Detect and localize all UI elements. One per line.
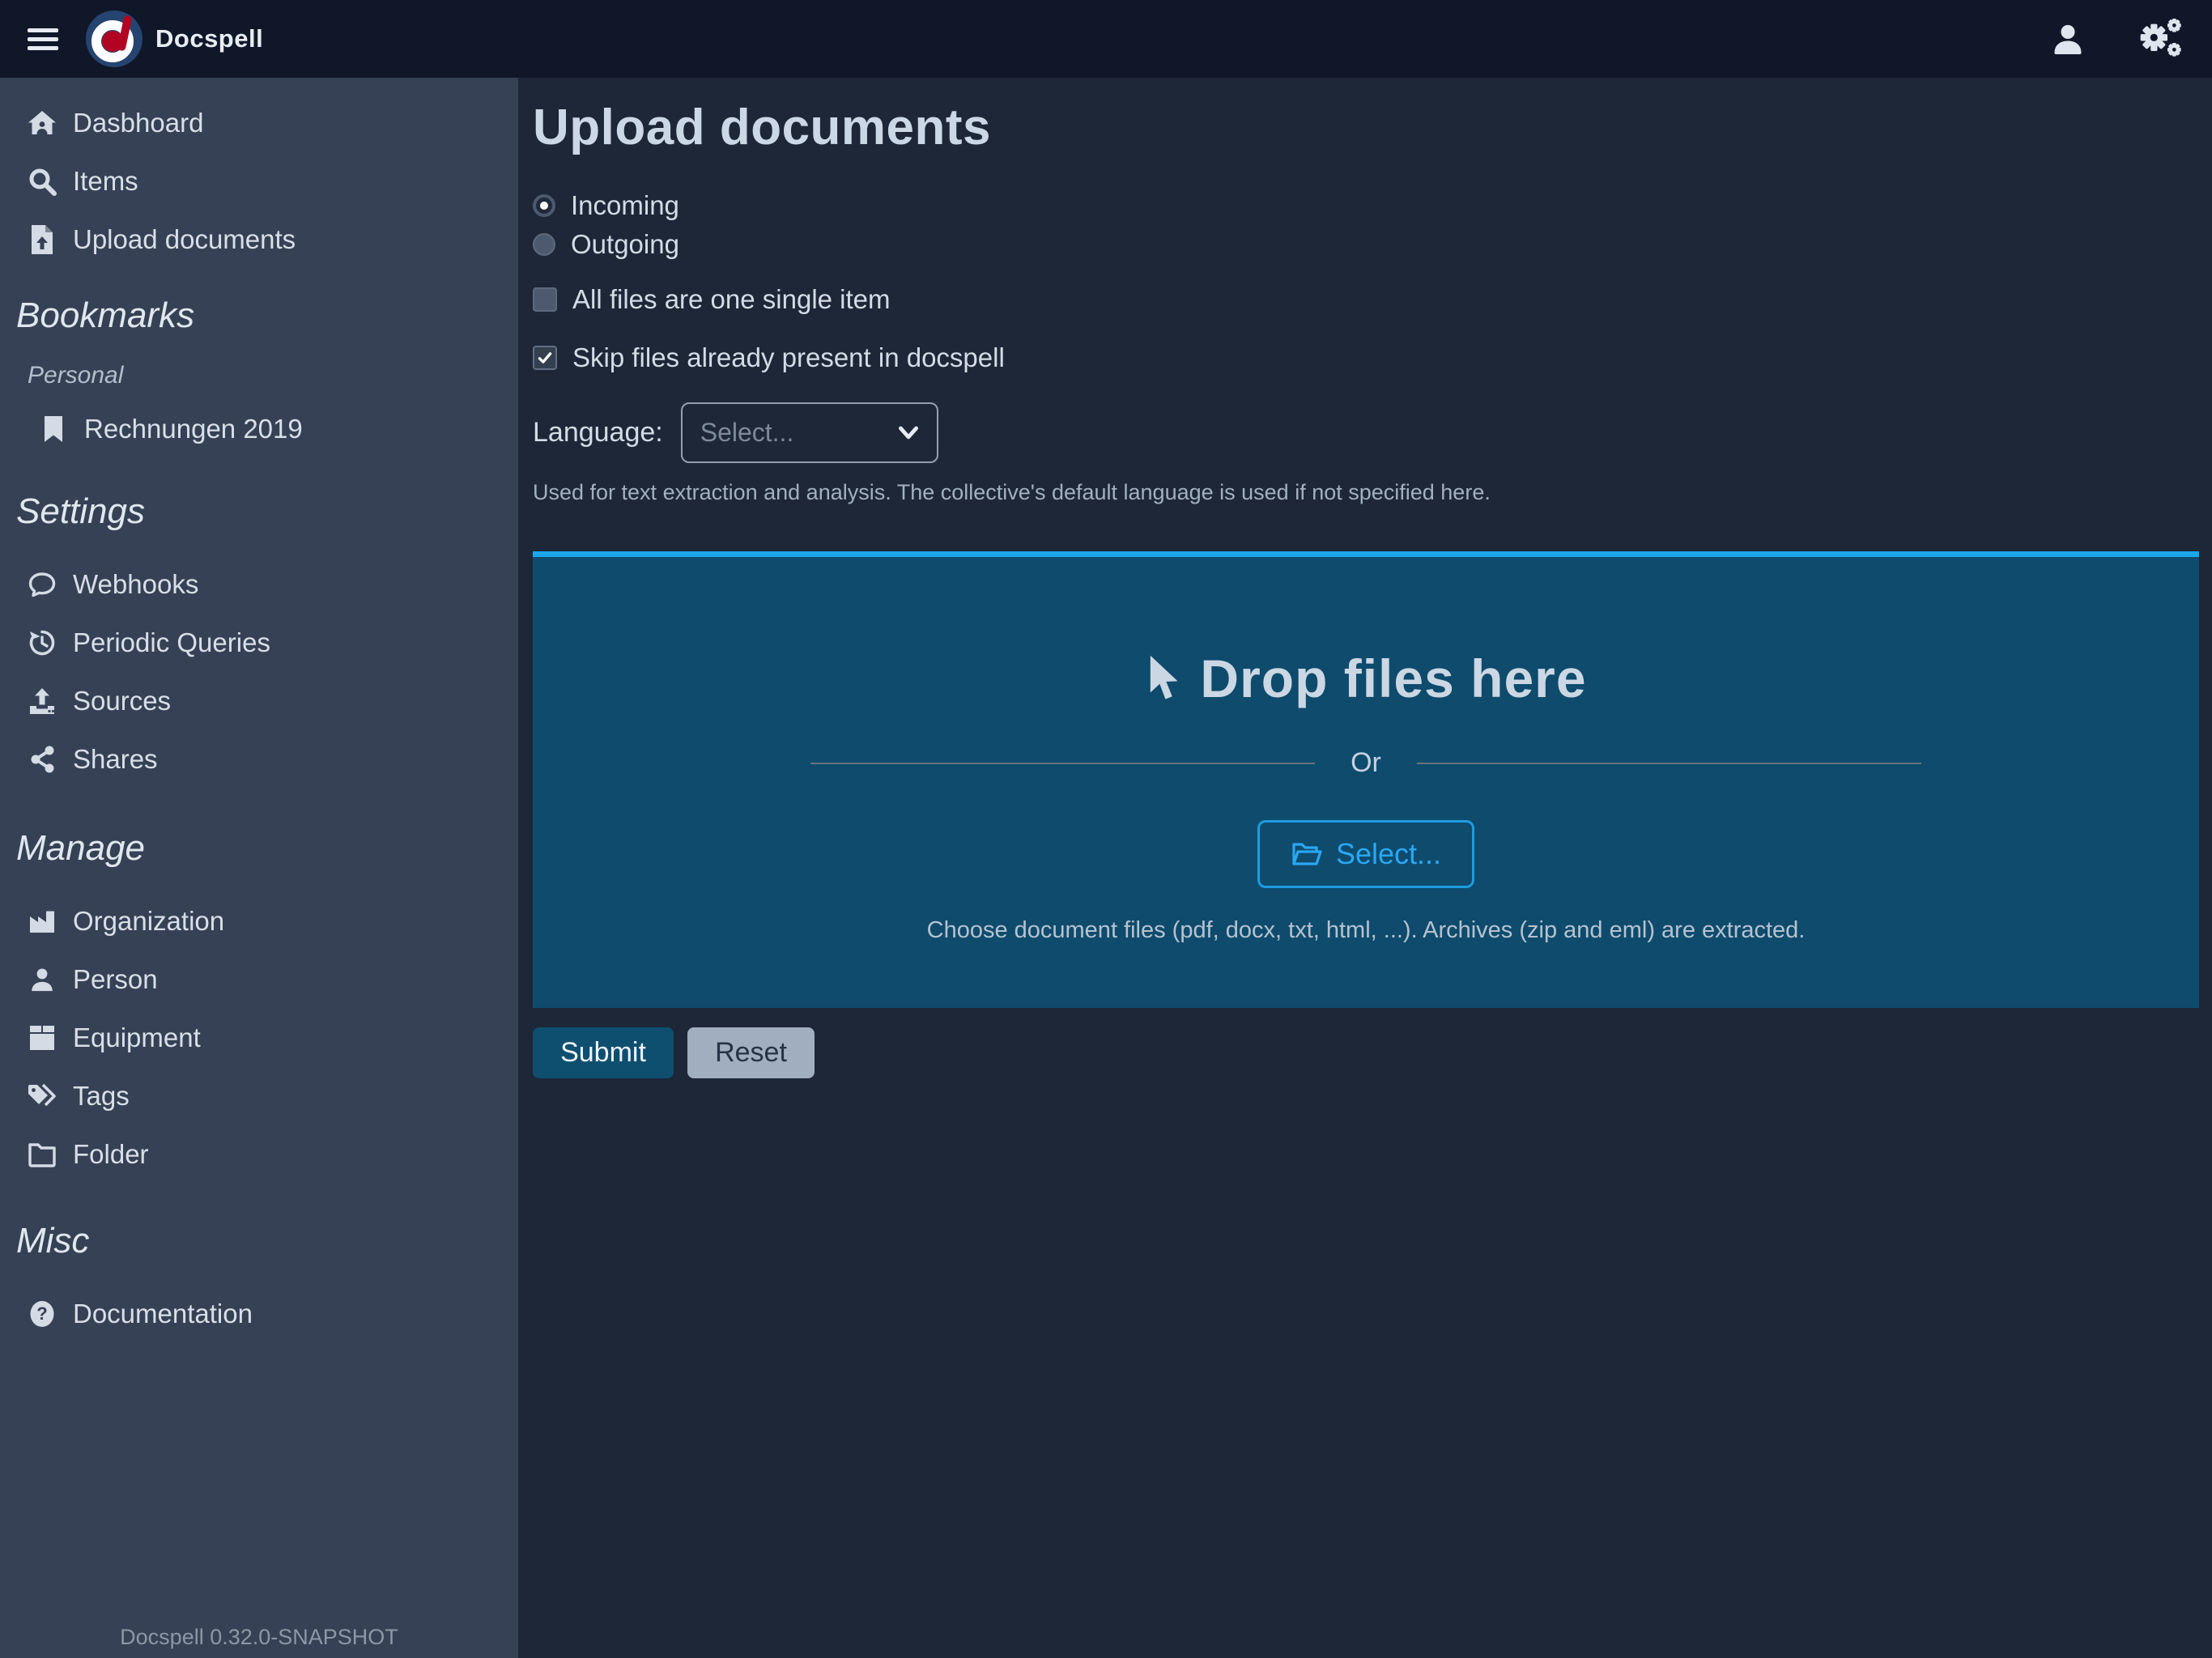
docspell-logo[interactable]: [86, 11, 143, 67]
svg-text:?: ?: [36, 1303, 47, 1324]
tags-icon: [24, 1082, 60, 1111]
sidebar-section-settings: Settings: [0, 489, 518, 534]
checkbox-single-item[interactable]: All files are one single item: [533, 280, 2199, 319]
top-navbar: Docspell: [0, 0, 2212, 78]
sidebar-item-periodic-queries[interactable]: Periodic Queries: [0, 614, 518, 672]
radio-label: Incoming: [571, 190, 679, 221]
bookmark-icon: [36, 415, 71, 443]
sidebar-item-items[interactable]: Items: [0, 152, 518, 210]
sidebar-item-folder[interactable]: Folder: [0, 1125, 518, 1184]
sidebar-item-label: Rechnungen 2019: [84, 414, 303, 444]
file-dropzone[interactable]: Drop files here Or Select... Choose docu…: [533, 551, 2199, 1008]
language-select[interactable]: Select...: [681, 402, 938, 463]
language-select-value: Select...: [700, 418, 896, 448]
sidebar: Dasbhoard Items Upload documents Bo: [0, 78, 518, 1658]
sidebar-item-label: Webhooks: [73, 569, 198, 600]
sidebar-item-person[interactable]: Person: [0, 950, 518, 1009]
hamburger-menu-icon[interactable]: [23, 23, 63, 55]
radio-selected-icon[interactable]: [533, 194, 555, 217]
sidebar-section-misc: Misc: [0, 1218, 518, 1264]
language-help-text: Used for text extraction and analysis. T…: [533, 480, 2199, 505]
checkbox-unchecked-icon[interactable]: [533, 287, 557, 312]
dropzone-headline-row: Drop files here: [1145, 648, 1586, 709]
sidebar-item-bookmark[interactable]: Rechnungen 2019: [0, 400, 518, 458]
radio-label: Outgoing: [571, 229, 679, 260]
search-icon: [24, 167, 60, 196]
sidebar-item-equipment[interactable]: Equipment: [0, 1009, 518, 1067]
direction-radio-group: Incoming Outgoing: [533, 186, 2199, 264]
sidebar-item-shares[interactable]: Shares: [0, 730, 518, 789]
sidebar-item-dashboard[interactable]: Dasbhoard: [0, 94, 518, 152]
share-icon: [24, 745, 60, 774]
or-divider-label: Or: [1351, 747, 1381, 779]
form-actions: Submit Reset: [533, 1027, 2199, 1078]
sidebar-item-label: Person: [73, 964, 158, 995]
main-content: Upload documents Incoming Outgoing All f…: [518, 78, 2212, 1658]
house-user-icon: [24, 108, 60, 138]
sidebar-item-webhooks[interactable]: Webhooks: [0, 555, 518, 614]
sidebar-item-label: Items: [73, 166, 138, 197]
folder-icon: [24, 1141, 60, 1167]
folder-open-icon: [1291, 840, 1323, 868]
checkbox-label: All files are one single item: [572, 284, 891, 315]
submit-button[interactable]: Submit: [533, 1027, 674, 1078]
user-icon[interactable]: [2050, 20, 2086, 57]
sidebar-item-label: Folder: [73, 1139, 149, 1170]
sidebar-item-label: Dasbhoard: [73, 108, 203, 138]
cogs-icon[interactable]: [2138, 19, 2181, 59]
language-row: Language: Select...: [533, 402, 2199, 463]
or-divider: Or: [810, 747, 1921, 779]
sidebar-item-label: Periodic Queries: [73, 627, 270, 658]
checkbox-label: Skip files already present in docspell: [572, 342, 1005, 373]
chevron-down-icon: [896, 423, 921, 443]
sidebar-item-organization[interactable]: Organization: [0, 892, 518, 950]
sidebar-item-label: Equipment: [73, 1022, 201, 1053]
reset-button[interactable]: Reset: [687, 1027, 815, 1078]
industry-icon: [24, 907, 60, 936]
checkbox-skip-duplicates[interactable]: Skip files already present in docspell: [533, 338, 2199, 377]
sidebar-item-sources[interactable]: Sources: [0, 672, 518, 730]
radio-outgoing[interactable]: Outgoing: [533, 225, 2199, 264]
mouse-pointer-icon: [1145, 653, 1182, 704]
dropzone-hint: Choose document files (pdf, docx, txt, h…: [927, 917, 1806, 944]
sidebar-item-label: Organization: [73, 906, 224, 937]
upload-icon: [24, 687, 60, 716]
dropzone-headline: Drop files here: [1200, 648, 1586, 709]
comment-icon: [24, 570, 60, 599]
select-files-button[interactable]: Select...: [1257, 820, 1474, 888]
sidebar-section-manage: Manage: [0, 826, 518, 871]
sidebar-item-upload-documents[interactable]: Upload documents: [0, 210, 518, 269]
file-upload-icon: [24, 224, 60, 255]
language-label: Language:: [533, 417, 663, 449]
radio-unselected-icon[interactable]: [533, 233, 555, 256]
page-title: Upload documents: [533, 99, 2199, 156]
sidebar-section-bookmarks: Bookmarks: [0, 293, 518, 338]
box-icon: [24, 1023, 60, 1052]
sidebar-item-label: Upload documents: [73, 224, 296, 255]
sidebar-item-documentation[interactable]: ? Documentation: [0, 1285, 518, 1343]
question-circle-icon: ?: [24, 1299, 60, 1329]
sidebar-item-label: Sources: [73, 686, 171, 716]
app-version: Docspell 0.32.0-SNAPSHOT: [0, 1625, 518, 1650]
sidebar-item-label: Tags: [73, 1081, 130, 1112]
select-files-button-label: Select...: [1336, 837, 1441, 871]
sidebar-item-label: Shares: [73, 744, 158, 775]
history-icon: [24, 628, 60, 657]
checkbox-checked-icon[interactable]: [533, 346, 557, 370]
app-title: Docspell: [155, 24, 263, 53]
radio-incoming[interactable]: Incoming: [533, 186, 2199, 225]
sidebar-item-tags[interactable]: Tags: [0, 1067, 518, 1125]
sidebar-subsection-personal: Personal: [0, 359, 518, 392]
sidebar-item-label: Documentation: [73, 1299, 253, 1329]
person-icon: [24, 965, 60, 994]
